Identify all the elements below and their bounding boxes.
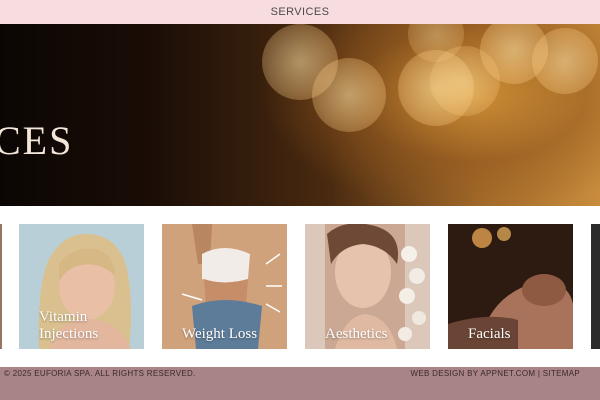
service-card-vitamin-injections[interactable]: Vitamin Injections <box>19 224 144 349</box>
copyright-text: © 2025 EUFORIA SPA. ALL RIGHTS RESERVED. <box>4 369 196 378</box>
service-card-facials[interactable]: Facials <box>448 224 573 349</box>
top-navigation-bar: SERVICES <box>0 0 600 24</box>
hero-banner: CES <box>0 24 600 206</box>
credit-links[interactable]: WEB DESIGN BY APPNET.COM | SITEMAP <box>411 369 581 378</box>
nav-item-services[interactable]: SERVICES <box>271 6 330 18</box>
service-card-weight-loss[interactable]: Weight Loss <box>162 224 287 349</box>
service-card-partial-right[interactable] <box>591 224 600 349</box>
footer: © 2025 EUFORIA SPA. ALL RIGHTS RESERVED.… <box>0 367 600 400</box>
bokeh-light <box>312 58 386 132</box>
service-card-aesthetics[interactable]: Aesthetics <box>305 224 430 349</box>
service-card-partial-left[interactable] <box>0 224 2 349</box>
services-carousel: Vitamin Injections Weight Loss Aesthetic… <box>0 224 600 350</box>
bokeh-light <box>532 28 598 94</box>
service-label: Aesthetics <box>325 326 388 342</box>
service-label: Facials <box>468 326 511 342</box>
service-label: Vitamin Injections <box>39 309 99 342</box>
service-label: Weight Loss <box>182 326 258 342</box>
page-title: CES <box>0 118 74 163</box>
